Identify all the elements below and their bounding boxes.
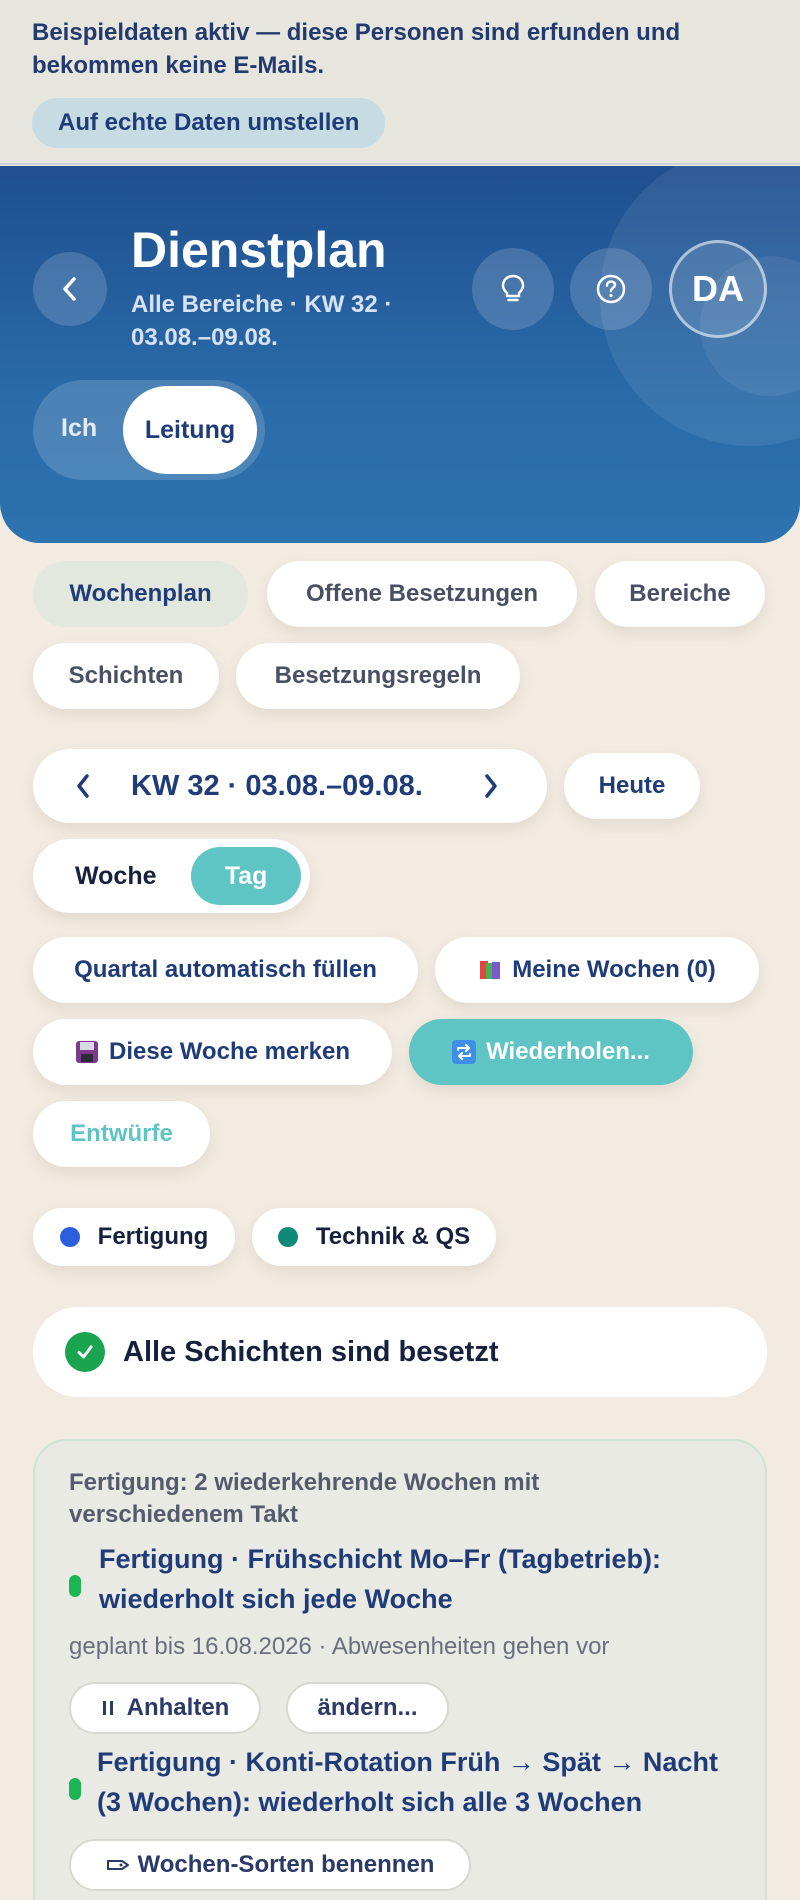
pause-label: Anhalten bbox=[126, 1694, 230, 1721]
remember-week-button[interactable]: Diese Woche merken bbox=[33, 1019, 392, 1085]
today-button[interactable]: Heute bbox=[564, 753, 700, 819]
recurring-rule-text: Fertigung · Frühschicht Mo–Fr (Tagbetrie… bbox=[99, 1544, 661, 1614]
repeat-label: Wiederholen... bbox=[486, 1038, 650, 1065]
area-chip-technik-qs[interactable]: Technik & QS bbox=[252, 1208, 496, 1266]
rule-color-bar bbox=[69, 1575, 81, 1597]
next-week-icon[interactable] bbox=[483, 773, 499, 799]
recurring-rule-text: Fertigung · Konti-Rotation Früh → Spät →… bbox=[97, 1747, 718, 1817]
page-header: Dienstplan Alle Bereiche · KW 32 · 03.08… bbox=[0, 166, 800, 543]
current-week-label: KW 32 · 03.08.–09.08. bbox=[131, 770, 423, 802]
area-chip-fertigung[interactable]: Fertigung bbox=[33, 1208, 235, 1266]
my-weeks-button[interactable]: Meine Wochen (0) bbox=[435, 937, 759, 1003]
tab-besetzungsregeln[interactable]: Besetzungsregeln bbox=[236, 643, 520, 709]
demo-data-banner: Beispieldaten aktiv — diese Personen sin… bbox=[0, 0, 800, 165]
previous-week-icon[interactable] bbox=[75, 773, 91, 799]
fill-quarter-label: Quartal automatisch füllen bbox=[74, 956, 377, 983]
name-week-types-button[interactable]: Wochen-Sorten benennen bbox=[69, 1839, 471, 1891]
fill-quarter-button[interactable]: Quartal automatisch füllen bbox=[33, 937, 418, 1003]
area-color-dot bbox=[277, 1227, 298, 1247]
help-icon bbox=[596, 274, 626, 304]
recurring-rule-meta: geplant bis 16.08.2026 · Abwesenheiten g… bbox=[69, 1633, 610, 1660]
coverage-status-text: Alle Schichten sind besetzt bbox=[123, 1336, 499, 1368]
lightbulb-icon bbox=[501, 274, 525, 302]
role-toggle: Ich Leitung bbox=[33, 380, 265, 480]
repeat-icon bbox=[452, 1040, 477, 1064]
view-option-tag[interactable]: Tag bbox=[191, 847, 301, 905]
books-icon bbox=[478, 958, 502, 982]
rule-color-bar bbox=[69, 1778, 81, 1800]
drafts-button[interactable]: Entwürfe bbox=[33, 1101, 210, 1167]
tab-schichten[interactable]: Schichten bbox=[33, 643, 219, 709]
repeat-button[interactable]: Wiederholen... bbox=[409, 1019, 693, 1085]
label-tag-icon bbox=[106, 1860, 129, 1870]
area-color-dot bbox=[59, 1227, 80, 1247]
recurring-weeks-card: Fertigung: 2 wiederkehrende Wochen mit v… bbox=[33, 1439, 767, 1900]
area-label: Technik & QS bbox=[315, 1223, 471, 1250]
help-button[interactable] bbox=[570, 248, 652, 330]
avatar[interactable]: DA bbox=[669, 240, 767, 338]
area-label: Fertigung bbox=[97, 1223, 209, 1250]
banner-text: Beispieldaten aktiv — diese Personen sin… bbox=[32, 19, 681, 79]
name-week-types-label: Wochen-Sorten benennen bbox=[137, 1851, 435, 1878]
page-title: Dienstplan bbox=[131, 222, 387, 278]
chevron-left-icon bbox=[63, 277, 76, 301]
floppy-disk-icon bbox=[75, 1040, 99, 1064]
role-option-ich[interactable]: Ich bbox=[61, 414, 97, 443]
tips-button[interactable] bbox=[472, 248, 554, 330]
check-icon bbox=[65, 1332, 105, 1372]
view-option-woche[interactable]: Woche bbox=[75, 839, 157, 913]
recurring-weeks-title: Fertigung: 2 wiederkehrende Wochen mit v… bbox=[69, 1469, 540, 1528]
tab-bereiche[interactable]: Bereiche bbox=[595, 561, 765, 627]
pause-icon bbox=[102, 1701, 113, 1715]
switch-to-real-data-button[interactable]: Auf echte Daten umstellen bbox=[32, 98, 386, 148]
back-button[interactable] bbox=[33, 252, 107, 326]
page-subtitle: Alle Bereiche · KW 32 · 03.08.–09.08. bbox=[131, 291, 393, 351]
week-navigator: KW 32 · 03.08.–09.08. bbox=[33, 749, 547, 823]
pause-rule-button[interactable]: Anhalten bbox=[69, 1682, 261, 1734]
remember-week-label: Diese Woche merken bbox=[109, 1038, 350, 1065]
edit-rule-button[interactable]: ändern... bbox=[286, 1682, 449, 1734]
tab-offene-besetzungen[interactable]: Offene Besetzungen bbox=[267, 561, 577, 627]
view-toggle: Woche Tag bbox=[33, 839, 310, 913]
my-weeks-label: Meine Wochen (0) bbox=[512, 956, 716, 983]
role-option-leitung[interactable]: Leitung bbox=[123, 386, 257, 474]
coverage-status: Alle Schichten sind besetzt bbox=[33, 1307, 767, 1397]
tab-wochenplan[interactable]: Wochenplan bbox=[33, 561, 248, 627]
